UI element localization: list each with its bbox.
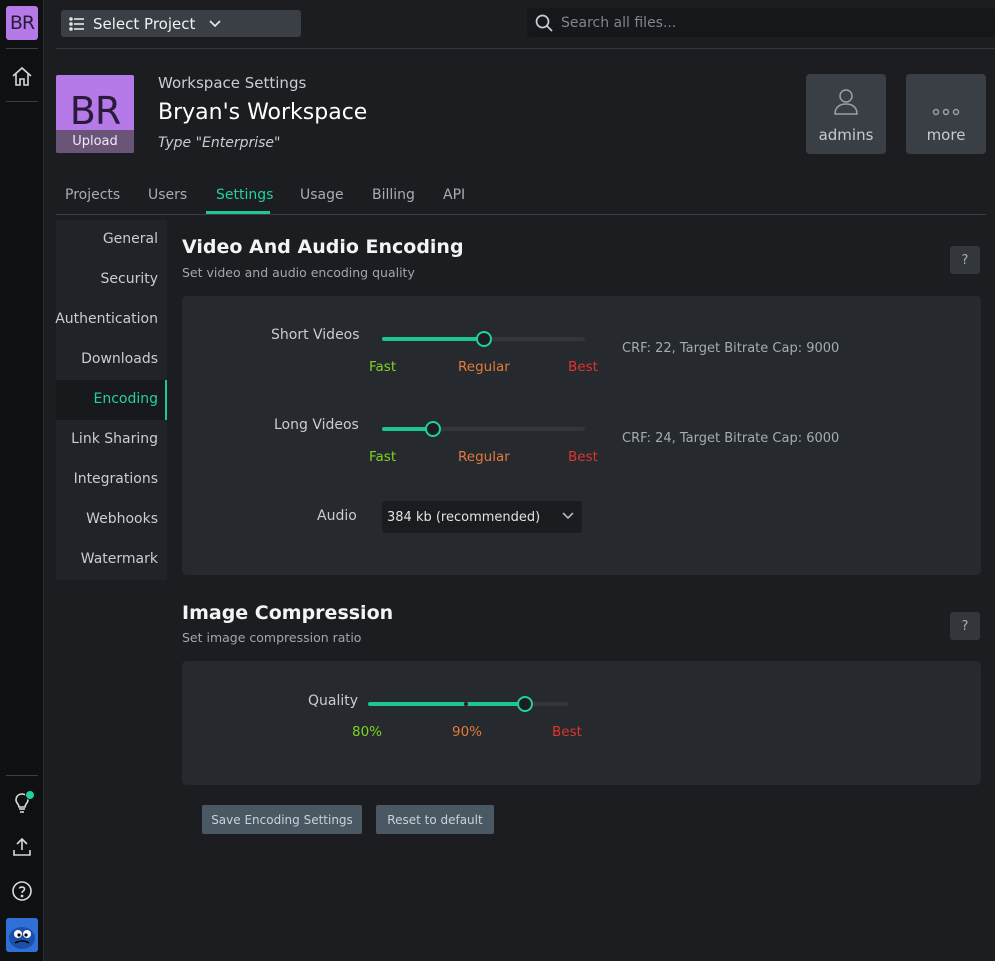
tab-billing[interactable]: Billing xyxy=(372,187,415,203)
sidenav-item-security[interactable]: Security xyxy=(101,271,159,287)
encoding-help-button[interactable]: ? xyxy=(950,246,980,274)
sidenav-item-general[interactable]: General xyxy=(103,231,158,247)
search-icon xyxy=(535,14,553,32)
workspace-kicker: Workspace Settings xyxy=(158,74,307,92)
sidenav-item-authentication[interactable]: Authentication xyxy=(55,311,158,327)
long-videos-info: CRF: 24, Target Bitrate Cap: 6000 xyxy=(622,431,840,446)
workspace-name: Bryan's Workspace xyxy=(158,100,368,125)
rail-divider xyxy=(6,101,38,102)
reset-default-button[interactable]: Reset to default xyxy=(376,805,494,834)
quality-best-label: Best xyxy=(552,724,582,740)
user-avatar[interactable] xyxy=(6,918,38,952)
short-regular-label: Regular xyxy=(458,359,510,375)
long-regular-label: Regular xyxy=(458,449,510,465)
search-bar[interactable] xyxy=(527,8,995,37)
image-compression-title: Image Compression xyxy=(182,602,394,624)
workspace-type: Type "Enterprise" xyxy=(158,135,281,151)
long-videos-label: Long Videos xyxy=(274,417,359,433)
help-icon[interactable] xyxy=(9,878,35,904)
sidenav-item-link-sharing[interactable]: Link Sharing xyxy=(71,431,158,447)
sidenav-item-downloads[interactable]: Downloads xyxy=(81,351,158,367)
select-project-label: Select Project xyxy=(93,14,196,33)
rail-divider xyxy=(6,48,38,49)
short-videos-slider[interactable] xyxy=(382,331,585,347)
tab-projects[interactable]: Projects xyxy=(65,187,120,203)
more-label: more xyxy=(926,126,966,144)
tab-settings[interactable]: Settings xyxy=(216,187,273,203)
slider-thumb[interactable] xyxy=(516,696,533,712)
chevron-down-icon xyxy=(209,19,221,27)
short-best-label: Best xyxy=(568,359,598,375)
admins-label: admins xyxy=(818,126,874,144)
search-input[interactable] xyxy=(561,14,961,31)
tab-api[interactable]: API xyxy=(443,187,465,203)
user-icon xyxy=(834,89,858,115)
workspace-avatar[interactable]: BR Upload xyxy=(56,75,134,153)
audio-label: Audio xyxy=(317,508,357,524)
select-project-button[interactable]: Select Project xyxy=(61,10,301,37)
slider-fill xyxy=(382,337,484,341)
slider-thumb[interactable] xyxy=(475,331,492,347)
long-videos-slider[interactable] xyxy=(382,421,585,437)
upload-icon[interactable] xyxy=(9,834,35,860)
upload-avatar-button[interactable]: Upload xyxy=(56,130,134,153)
short-fast-label: Fast xyxy=(369,359,397,375)
active-tab-indicator xyxy=(206,211,270,214)
image-compression-subtitle: Set image compression ratio xyxy=(182,630,362,645)
slider-fill xyxy=(368,702,525,706)
lightbulb-icon[interactable] xyxy=(9,790,35,816)
sidenav-item-watermark[interactable]: Watermark xyxy=(81,551,158,567)
sidenav-item-webhooks[interactable]: Webhooks xyxy=(86,511,158,527)
long-best-label: Best xyxy=(568,449,598,465)
short-videos-info: CRF: 22, Target Bitrate Cap: 9000 xyxy=(622,341,840,356)
settings-sidenav: General Security Authentication Download… xyxy=(55,220,167,580)
home-icon[interactable] xyxy=(9,64,35,90)
app-rail: BR xyxy=(0,0,44,961)
chevron-down-icon xyxy=(562,512,574,520)
encoding-title: Video And Audio Encoding xyxy=(182,236,464,258)
list-icon xyxy=(69,16,84,31)
audio-select-value: 384 kb (recommended) xyxy=(387,509,541,525)
quality-label: Quality xyxy=(308,693,359,709)
more-button[interactable]: more xyxy=(906,74,986,154)
header-divider xyxy=(56,48,995,49)
rail-divider xyxy=(6,775,38,776)
slider-tick xyxy=(464,702,468,706)
workspace-initials: BR xyxy=(69,89,121,133)
image-compression-help-button[interactable]: ? xyxy=(950,612,980,640)
slider-thumb[interactable] xyxy=(424,421,441,437)
quality-80-label: 80% xyxy=(352,724,383,740)
quality-slider[interactable] xyxy=(368,696,569,712)
save-encoding-button[interactable]: Save Encoding Settings xyxy=(202,805,362,834)
tab-users[interactable]: Users xyxy=(148,187,187,203)
sidenav-item-encoding[interactable]: Encoding xyxy=(93,391,158,407)
short-videos-label: Short Videos xyxy=(271,327,360,343)
notification-dot xyxy=(25,790,35,800)
image-compression-panel xyxy=(182,661,981,785)
audio-select[interactable]: 384 kb (recommended) xyxy=(382,501,582,533)
more-icon xyxy=(932,108,960,116)
rail-workspace-avatar[interactable]: BR xyxy=(6,6,38,40)
tab-usage[interactable]: Usage xyxy=(300,187,344,203)
active-nav-indicator xyxy=(165,380,167,420)
settings-tabs: Projects Users Settings Usage Billing AP… xyxy=(56,178,986,215)
admins-button[interactable]: admins xyxy=(806,74,886,154)
quality-90-label: 90% xyxy=(452,724,483,740)
encoding-subtitle: Set video and audio encoding quality xyxy=(182,265,415,280)
long-fast-label: Fast xyxy=(369,449,397,465)
sidenav-item-integrations[interactable]: Integrations xyxy=(74,471,158,487)
